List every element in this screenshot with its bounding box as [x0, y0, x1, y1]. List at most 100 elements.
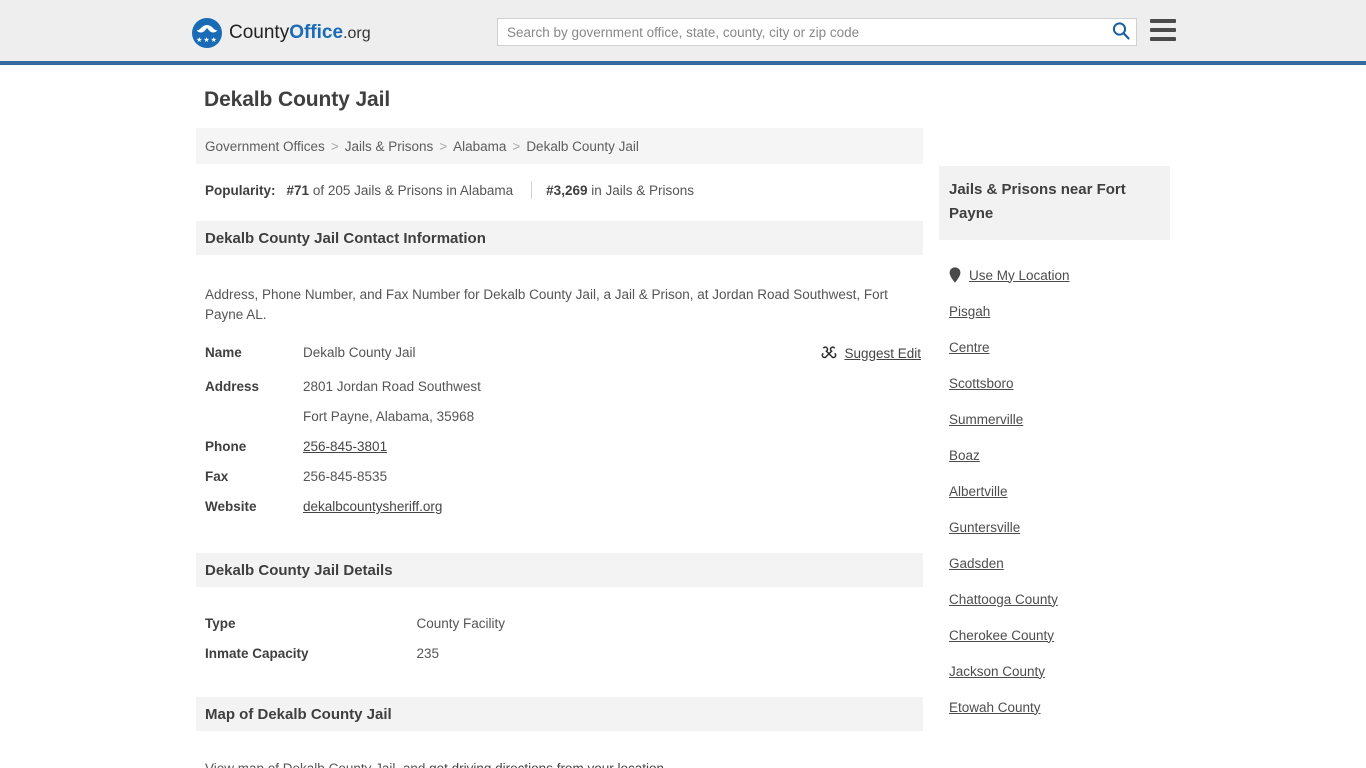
sidebar-link[interactable]: Albertville: [949, 484, 1008, 499]
popularity-label: Popularity:: [205, 182, 276, 198]
sidebar-link[interactable]: Gadsden: [949, 556, 1004, 571]
details-section-heading: Dekalb County Jail Details: [196, 553, 923, 587]
breadcrumb-item-current: Dekalb County Jail: [526, 138, 639, 154]
contact-section-description: Address, Phone Number, and Fax Number fo…: [205, 286, 888, 322]
sidebar-link[interactable]: Cherokee County: [949, 628, 1054, 643]
driving-directions-link[interactable]: get driving directions from your locatio…: [429, 761, 664, 768]
logo-text-part1: County: [229, 22, 290, 43]
popularity-state-rank: #71: [286, 182, 310, 198]
sidebar-item-guntersville[interactable]: Guntersville: [939, 509, 1170, 545]
sidebar-item-scottsboro[interactable]: Scottsboro: [939, 365, 1170, 401]
breadcrumb-item-government-offices[interactable]: Government Offices: [205, 139, 325, 154]
search-icon: [1112, 22, 1130, 40]
main-content: Dekalb County Jail Government Offices > …: [196, 88, 923, 768]
contact-key-name: Name: [205, 345, 242, 360]
sidebar-item-chattooga-county[interactable]: Chattooga County: [939, 581, 1170, 617]
site-header: ★★★ CountyOffice.org: [0, 0, 1366, 65]
contact-value-address-line2: Fort Payne, Alabama, 35968: [303, 409, 475, 424]
sidebar-link[interactable]: Pisgah: [949, 304, 990, 319]
search-bar: [497, 18, 1137, 46]
contact-key-phone: Phone: [205, 439, 247, 454]
breadcrumb-item-jails-prisons[interactable]: Jails & Prisons: [345, 139, 434, 154]
sidebar-link[interactable]: Guntersville: [949, 520, 1020, 535]
table-row: Name Dekalb County Jail Suggest Edit: [196, 338, 923, 372]
contact-table: Name Dekalb County Jail Suggest Edit Add…: [196, 338, 923, 522]
breadcrumb-separator: >: [330, 138, 339, 154]
suggest-edit-label: Suggest Edit: [844, 345, 921, 361]
sidebar-item-etowah-county[interactable]: Etowah County: [939, 689, 1170, 725]
contact-key-website: Website: [205, 499, 257, 514]
popularity-divider: [531, 181, 533, 199]
sidebar-link[interactable]: Scottsboro: [949, 376, 1014, 391]
logo-stars: ★★★: [196, 37, 218, 44]
eagle-icon: [196, 25, 218, 33]
breadcrumb: Government Offices > Jails & Prisons > A…: [196, 128, 923, 164]
logo-text-part2: Office: [289, 22, 344, 43]
map-text-before: View map of Dekalb County Jail, and: [205, 760, 430, 768]
hamburger-bar: [1150, 37, 1176, 41]
suggest-edit-cell: Suggest Edit: [783, 338, 923, 372]
sidebar-item-gadsden[interactable]: Gadsden: [939, 545, 1170, 581]
sidebar-item-use-my-location[interactable]: Use My Location: [939, 257, 1170, 293]
sidebar-link[interactable]: Etowah County: [949, 700, 1041, 715]
popularity-national-rank: #3,269: [546, 182, 588, 198]
search-input[interactable]: [497, 18, 1137, 46]
contact-key-address: Address: [205, 379, 260, 394]
search-button[interactable]: [1109, 21, 1133, 43]
map-section-heading: Map of Dekalb County Jail: [196, 697, 923, 731]
hamburger-menu-button[interactable]: [1150, 19, 1176, 41]
popularity-state-suffix: of 205 Jails & Prisons in Alabama: [312, 182, 514, 198]
details-key-inmate-capacity: Inmate Capacity: [205, 646, 309, 661]
suggest-edit-button[interactable]: Suggest Edit: [821, 345, 921, 361]
sidebar-link[interactable]: Centre: [949, 340, 990, 355]
sidebar-list: Use My Location Pisgah Centre Scottsboro…: [939, 240, 1170, 725]
sidebar-item-pisgah[interactable]: Pisgah: [939, 293, 1170, 329]
suggest-edit-icon: [822, 346, 837, 359]
county-office-logo-icon: ★★★: [192, 18, 222, 48]
contact-value-phone-link[interactable]: 256-845-3801: [303, 439, 387, 454]
logo-wordmark: CountyOffice.org: [229, 23, 371, 43]
table-row: Phone 256-845-3801: [196, 432, 923, 462]
table-row: Fax 256-845-8535: [196, 462, 923, 492]
contact-key-fax: Fax: [205, 469, 229, 484]
table-row: Website dekalbcountysheriff.org: [196, 492, 923, 522]
breadcrumb-separator: >: [439, 138, 448, 154]
contact-value-name: Dekalb County Jail: [303, 345, 416, 360]
sidebar-item-centre[interactable]: Centre: [939, 329, 1170, 365]
map-pin-icon: [949, 267, 961, 283]
sidebar-item-summerville[interactable]: Summerville: [939, 401, 1170, 437]
table-row: Type County Facility: [196, 609, 923, 639]
sidebar-link[interactable]: Summerville: [949, 412, 1023, 427]
sidebar-item-jackson-county[interactable]: Jackson County: [939, 653, 1170, 689]
details-key-type: Type: [205, 616, 236, 631]
popularity-row: Popularity: #71 of 205 Jails & Prisons i…: [196, 164, 923, 203]
breadcrumb-item-alabama[interactable]: Alabama: [453, 139, 506, 154]
hamburger-bar: [1150, 28, 1176, 32]
details-table: Type County Facility Inmate Capacity 235: [196, 609, 923, 669]
site-logo[interactable]: ★★★ CountyOffice.org: [192, 17, 371, 49]
popularity-national-suffix: in Jails & Prisons: [591, 182, 695, 198]
table-row: Fort Payne, Alabama, 35968: [196, 402, 923, 432]
map-section-description: View map of Dekalb County Jail, and get …: [196, 745, 923, 768]
contact-value-address-line1: 2801 Jordan Road Southwest: [303, 379, 481, 394]
page-body: Dekalb County Jail Government Offices > …: [0, 65, 1366, 768]
contact-value-fax: 256-845-8535: [303, 469, 388, 484]
contact-section-heading: Dekalb County Jail Contact Information: [196, 221, 923, 255]
sidebar-link[interactable]: Jackson County: [949, 664, 1045, 679]
map-text-after: .: [663, 760, 668, 768]
sidebar-item-cherokee-county[interactable]: Cherokee County: [939, 617, 1170, 653]
hamburger-bar: [1150, 19, 1176, 23]
sidebar: Jails & Prisons near Fort Payne Use My L…: [939, 166, 1170, 725]
sidebar-link[interactable]: Chattooga County: [949, 592, 1058, 607]
sidebar-item-albertville[interactable]: Albertville: [939, 473, 1170, 509]
table-row: Address 2801 Jordan Road Southwest: [196, 372, 923, 402]
sidebar-link[interactable]: Boaz: [949, 448, 980, 463]
use-my-location-link[interactable]: Use My Location: [969, 268, 1070, 283]
breadcrumb-separator: >: [512, 138, 521, 154]
logo-text-tld: .org: [343, 25, 371, 42]
sidebar-heading: Jails & Prisons near Fort Payne: [939, 166, 1170, 240]
table-row: Inmate Capacity 235: [196, 639, 923, 669]
sidebar-item-boaz[interactable]: Boaz: [939, 437, 1170, 473]
contact-value-website-link[interactable]: dekalbcountysheriff.org: [303, 499, 442, 514]
page-title: Dekalb County Jail: [204, 88, 391, 111]
